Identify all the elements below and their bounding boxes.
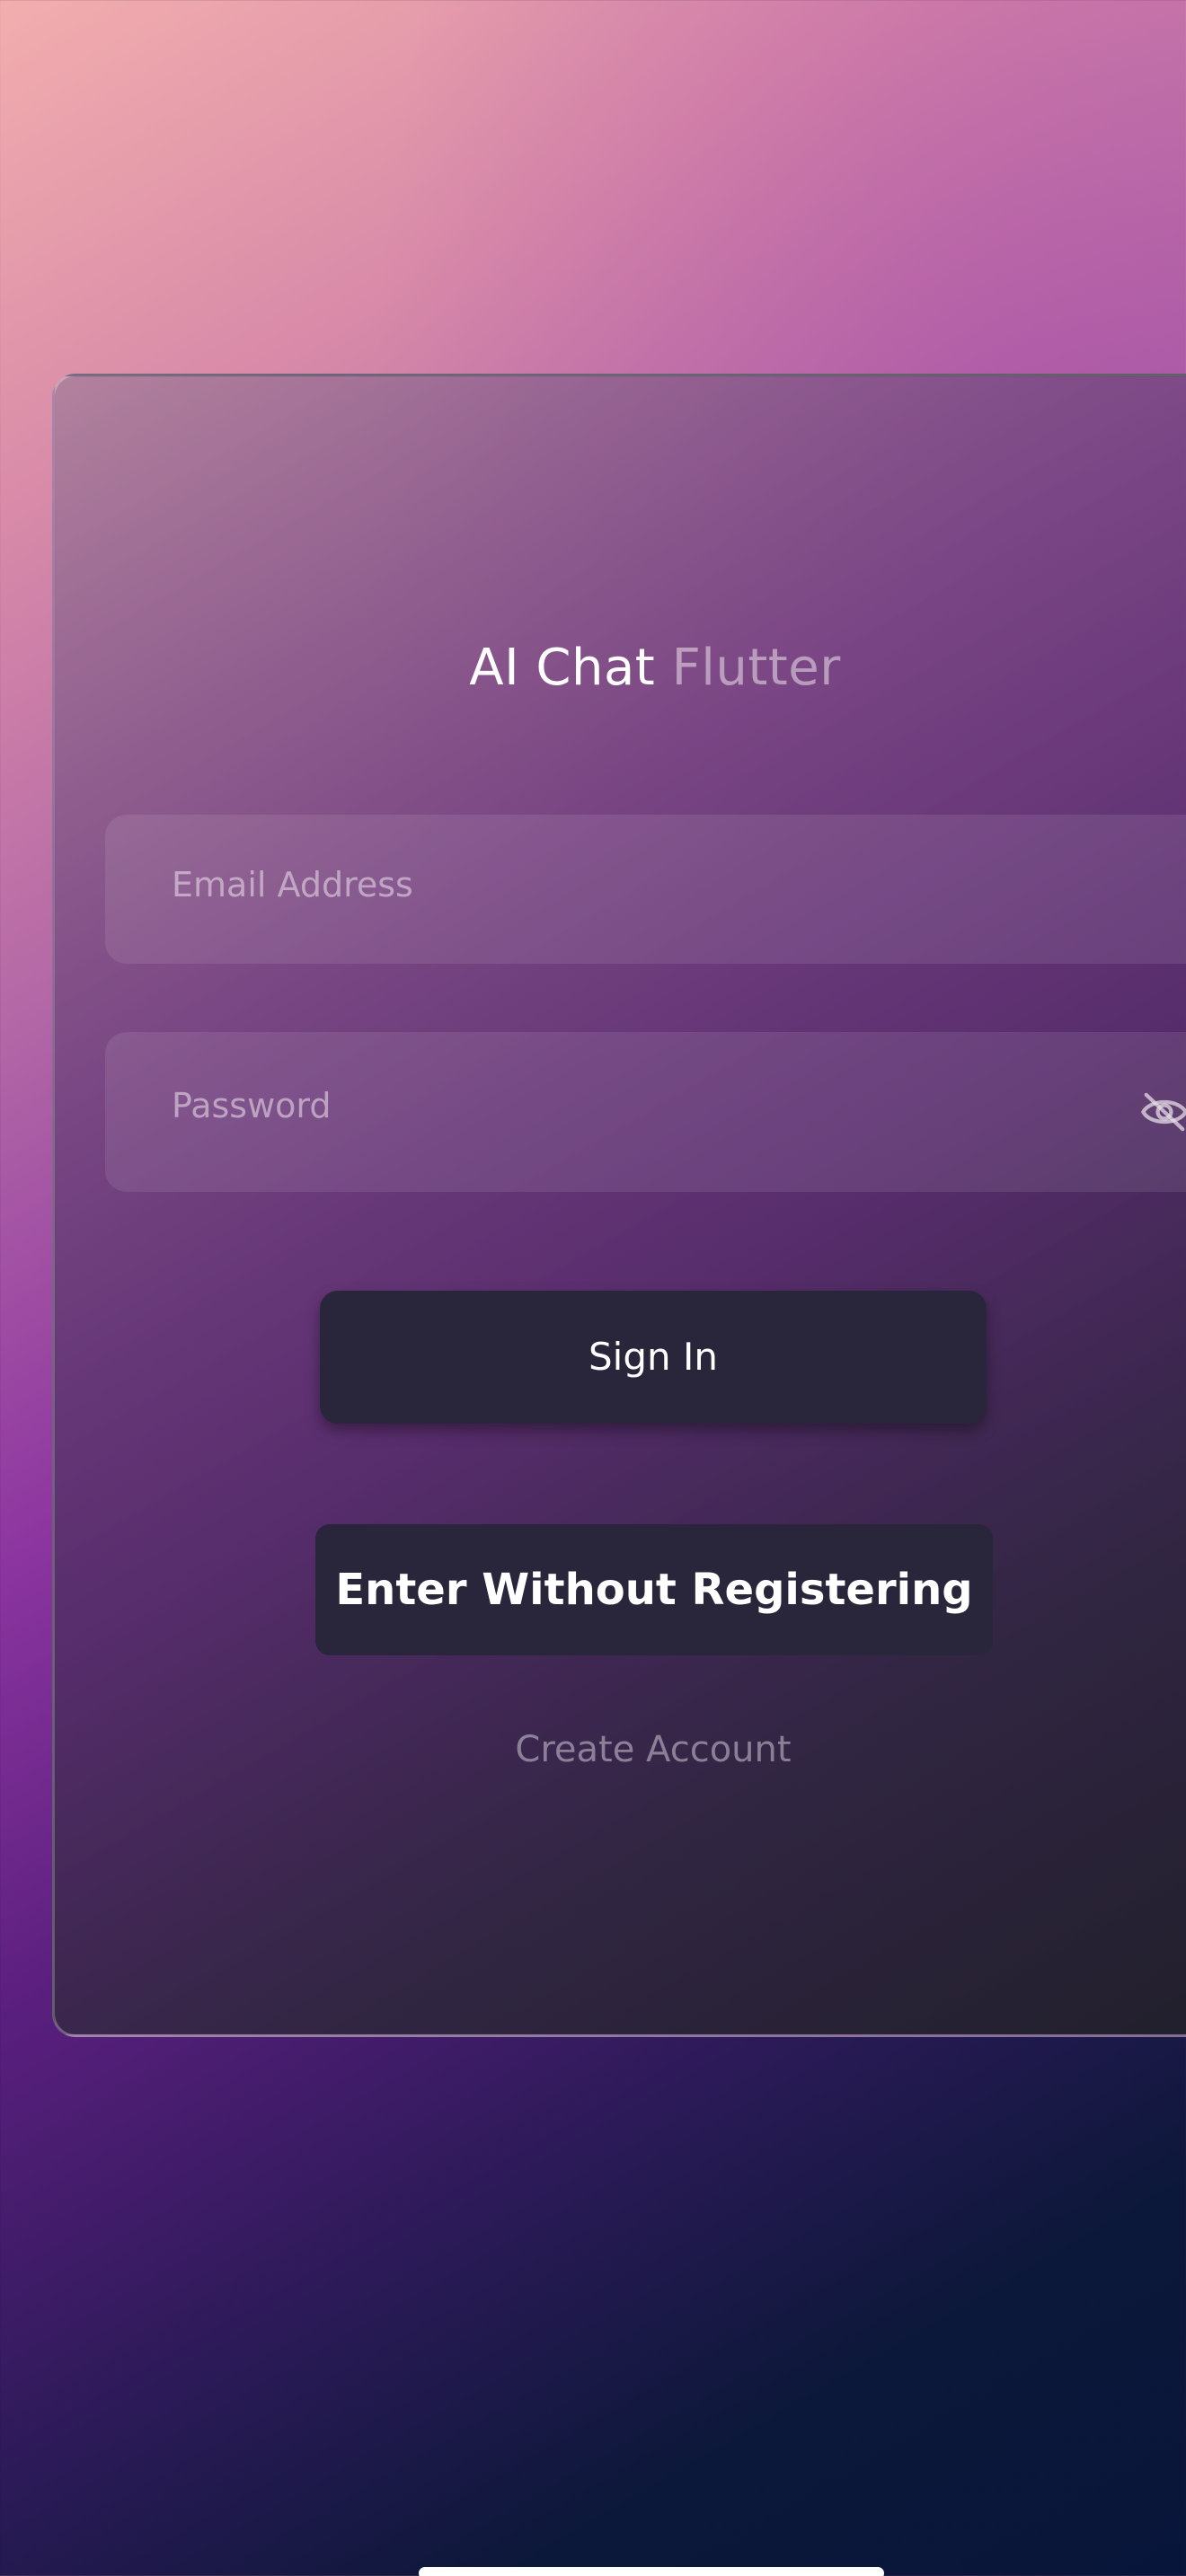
email-placeholder: Email Address bbox=[172, 865, 413, 904]
password-field[interactable]: Password bbox=[105, 1032, 1186, 1192]
app-title-main: AI Chat bbox=[469, 639, 656, 697]
sign-in-button[interactable]: Sign In bbox=[320, 1291, 987, 1424]
app-title-accent: Flutter bbox=[671, 639, 841, 697]
login-card: AI Chat Flutter Email Address Password S… bbox=[52, 374, 1186, 2037]
create-account-link[interactable]: Create Account bbox=[55, 1729, 1186, 1770]
password-placeholder: Password bbox=[172, 1086, 332, 1125]
enter-without-registering-button[interactable]: Enter Without Registering bbox=[315, 1524, 993, 1655]
eye-off-icon[interactable] bbox=[1140, 1091, 1186, 1133]
app-title: AI Chat Flutter bbox=[55, 639, 1186, 697]
email-field[interactable]: Email Address bbox=[105, 815, 1186, 964]
home-indicator bbox=[419, 2567, 884, 2576]
